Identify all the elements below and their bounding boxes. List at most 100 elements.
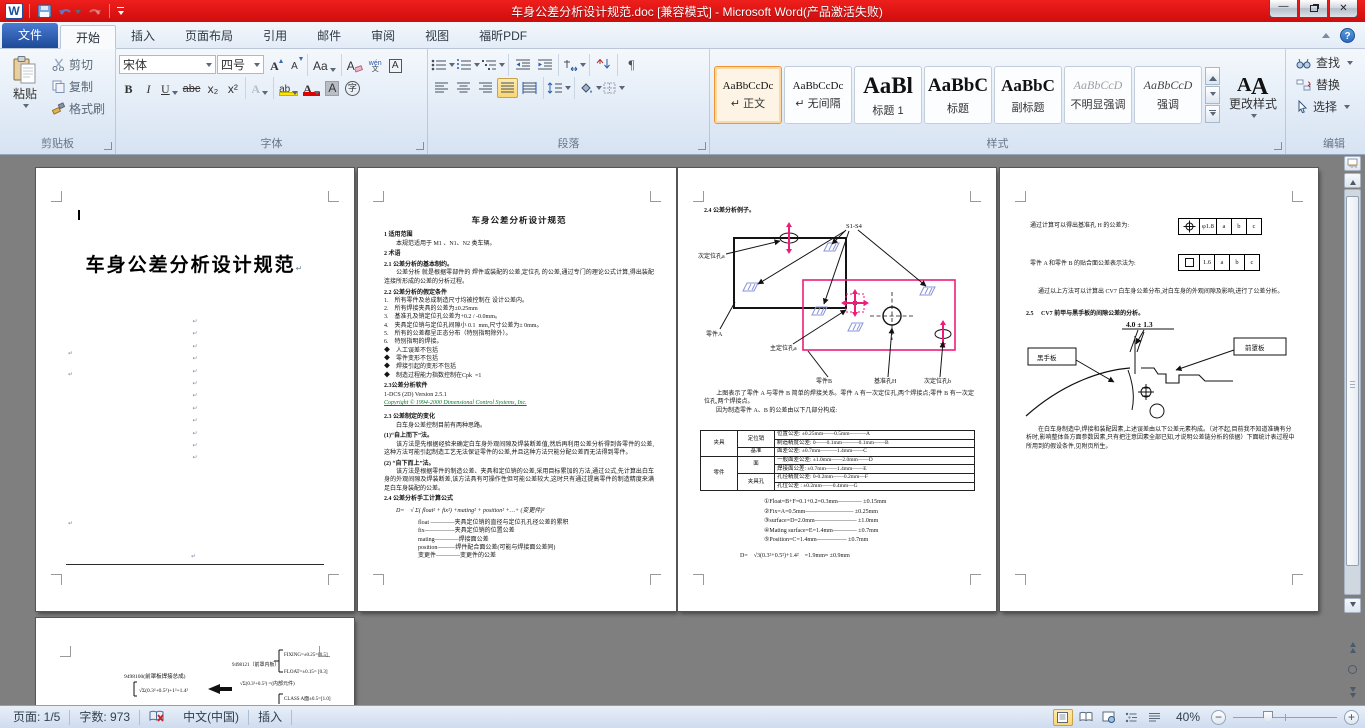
gallery-more-button[interactable] bbox=[1205, 105, 1220, 123]
decrease-indent-button[interactable] bbox=[512, 55, 533, 75]
word-count[interactable]: 字数: 973 bbox=[70, 710, 139, 725]
style-card[interactable]: AaBbCcD 强调 bbox=[1134, 66, 1202, 124]
ribbon-tab[interactable]: 引用 bbox=[248, 24, 302, 48]
ribbon-tab[interactable]: 邮件 bbox=[302, 24, 356, 48]
style-card[interactable]: AaBbC 标题 bbox=[924, 66, 992, 124]
sort-button[interactable] bbox=[593, 55, 614, 75]
gallery-scroll-down[interactable] bbox=[1205, 86, 1220, 104]
copy-button[interactable]: 复制 bbox=[52, 78, 105, 95]
ribbon-tab[interactable]: 插入 bbox=[116, 24, 170, 48]
page-indicator[interactable]: 页面: 1/5 bbox=[4, 710, 69, 725]
outline-view-button[interactable] bbox=[1122, 709, 1142, 726]
find-button[interactable]: 查找 bbox=[1296, 53, 1365, 72]
help-icon[interactable]: ? bbox=[1340, 28, 1355, 43]
multilevel-list-button[interactable] bbox=[481, 55, 505, 75]
asian-layout-button[interactable] bbox=[562, 55, 586, 75]
document-area[interactable]: 车身公差分析设计规范↵ ↵ ↵ ↵ ↵ ↵ ↵ ↵ ↵ ↵ ↵ ↵ ↵ ↵ ↵ … bbox=[0, 155, 1365, 705]
ribbon-tab[interactable]: 视图 bbox=[410, 24, 464, 48]
fullscreen-reading-view-button[interactable] bbox=[1076, 709, 1096, 726]
shading-button[interactable] bbox=[578, 78, 602, 98]
format-painter-button[interactable]: 格式刷 bbox=[52, 100, 105, 117]
highlight-button[interactable]: ab bbox=[277, 78, 300, 97]
scroll-up-button[interactable] bbox=[1344, 173, 1361, 188]
restore-button[interactable] bbox=[1299, 0, 1328, 18]
replace-button[interactable]: 替换 bbox=[1296, 75, 1365, 94]
select-browse-object-button[interactable] bbox=[1344, 662, 1361, 677]
phonetic-guide-button[interactable]: wén文 bbox=[366, 55, 385, 74]
insert-mode-indicator[interactable]: 插入 bbox=[249, 710, 291, 725]
increase-indent-button[interactable] bbox=[534, 55, 555, 75]
style-card[interactable]: AaBbCcDc ↵ 正文 bbox=[714, 66, 782, 124]
close-button[interactable]: ✕ bbox=[1329, 0, 1358, 18]
style-card[interactable]: AaBbCcDc ↵ 无间隔 bbox=[784, 66, 852, 124]
scrollbar-thumb[interactable] bbox=[1346, 196, 1359, 566]
font-size-combo[interactable]: 四号 bbox=[217, 55, 264, 74]
scroll-down-button[interactable] bbox=[1344, 598, 1361, 613]
italic-button[interactable]: I bbox=[139, 78, 158, 97]
ribbon-tab[interactable]: 审阅 bbox=[356, 24, 410, 48]
document-page-2[interactable]: 车身公差分析设计规范1 适用范围 本规范适用于 M1 、N1、N2 类车辆。2 … bbox=[358, 168, 676, 611]
grow-font-button[interactable]: A bbox=[265, 55, 284, 74]
style-card[interactable]: AaBbCcD 不明显强调 bbox=[1064, 66, 1132, 124]
character-border-button[interactable]: A bbox=[386, 55, 405, 74]
clear-formatting-button[interactable]: A bbox=[345, 55, 365, 74]
language-indicator[interactable]: 中文(中国) bbox=[174, 710, 248, 725]
font-color-button[interactable]: A bbox=[301, 78, 322, 97]
zoom-level[interactable]: 40% bbox=[1168, 710, 1208, 724]
dialog-launcher-icon[interactable] bbox=[698, 142, 706, 150]
shrink-font-button[interactable]: A bbox=[285, 55, 304, 74]
enclose-characters-button[interactable]: 字 bbox=[343, 78, 362, 97]
next-page-button[interactable] bbox=[1344, 686, 1361, 701]
ribbon-tab[interactable]: 页面布局 bbox=[170, 24, 248, 48]
ribbon-tab[interactable]: 福昕PDF bbox=[464, 24, 542, 48]
select-button[interactable]: 选择 bbox=[1296, 97, 1365, 116]
zoom-slider[interactable] bbox=[1233, 711, 1337, 724]
minimize-ribbon-icon[interactable] bbox=[1322, 29, 1330, 38]
text-effects-button[interactable]: A bbox=[249, 78, 270, 97]
change-case-button[interactable]: Aa bbox=[311, 55, 338, 74]
ribbon-tab[interactable]: 开始 bbox=[60, 25, 116, 49]
zoom-out-button[interactable]: − bbox=[1211, 710, 1226, 725]
style-card[interactable]: AaBl 标题 1 bbox=[854, 66, 922, 124]
align-center-button[interactable] bbox=[453, 78, 474, 98]
document-page-4[interactable]: 通过计算可以得出基准孔 H 的公差为: φ1.8abc 零件 A 和零件 B 的… bbox=[1000, 168, 1318, 611]
word-logo-icon[interactable]: W bbox=[5, 3, 23, 19]
scrollbar-track[interactable] bbox=[1344, 189, 1361, 595]
style-card[interactable]: AaBbC 副标题 bbox=[994, 66, 1062, 124]
font-name-combo[interactable]: 宋体 bbox=[119, 55, 216, 74]
paste-button[interactable]: 粘贴 bbox=[3, 53, 47, 137]
align-right-button[interactable] bbox=[475, 78, 496, 98]
document-page-1[interactable]: 车身公差分析设计规范↵ ↵ ↵ ↵ ↵ ↵ ↵ ↵ ↵ ↵ ↵ ↵ ↵ ↵ ↵ … bbox=[36, 168, 354, 611]
underline-button[interactable]: U bbox=[159, 78, 180, 97]
subscript-button[interactable]: x₂ bbox=[203, 78, 222, 97]
dialog-launcher-icon[interactable] bbox=[104, 142, 112, 150]
show-hide-marks-button[interactable]: ¶ bbox=[621, 55, 642, 75]
draft-view-button[interactable] bbox=[1145, 709, 1165, 726]
document-page-5[interactable]: 9498100(前罩板焊接总成) √Σ(0.3²+0.5²)+1²+1.4² 9… bbox=[36, 618, 354, 705]
bullets-button[interactable] bbox=[431, 55, 455, 75]
gallery-scroll-up[interactable] bbox=[1205, 67, 1220, 85]
line-spacing-button[interactable] bbox=[547, 78, 571, 98]
ruler-toggle-button[interactable] bbox=[1344, 156, 1361, 171]
dialog-launcher-icon[interactable] bbox=[1274, 142, 1282, 150]
zoom-slider-thumb[interactable] bbox=[1263, 711, 1273, 723]
character-shading-button[interactable]: A bbox=[323, 78, 342, 97]
justify-button[interactable] bbox=[497, 78, 518, 98]
document-page-3[interactable]: 2.4 公差分析例子。 S1-S4 次定位孔a bbox=[678, 168, 996, 611]
distribute-button[interactable] bbox=[519, 78, 540, 98]
bold-button[interactable]: B bbox=[119, 78, 138, 97]
zoom-in-button[interactable]: + bbox=[1344, 710, 1359, 725]
print-layout-view-button[interactable] bbox=[1053, 709, 1073, 726]
strikethrough-button[interactable]: abc bbox=[181, 78, 203, 97]
ribbon-tab[interactable]: 文件 bbox=[2, 23, 58, 48]
dialog-launcher-icon[interactable] bbox=[416, 142, 424, 150]
previous-page-button[interactable] bbox=[1344, 638, 1361, 653]
proofing-status[interactable] bbox=[140, 710, 174, 725]
minimize-button[interactable]: — bbox=[1269, 0, 1298, 18]
numbering-button[interactable] bbox=[456, 55, 480, 75]
qat-customize-button[interactable] bbox=[116, 2, 125, 20]
cut-button[interactable]: 剪切 bbox=[52, 56, 105, 73]
change-styles-button[interactable]: A A 更改样式 bbox=[1224, 71, 1282, 119]
undo-button[interactable] bbox=[57, 2, 82, 20]
web-layout-view-button[interactable] bbox=[1099, 709, 1119, 726]
